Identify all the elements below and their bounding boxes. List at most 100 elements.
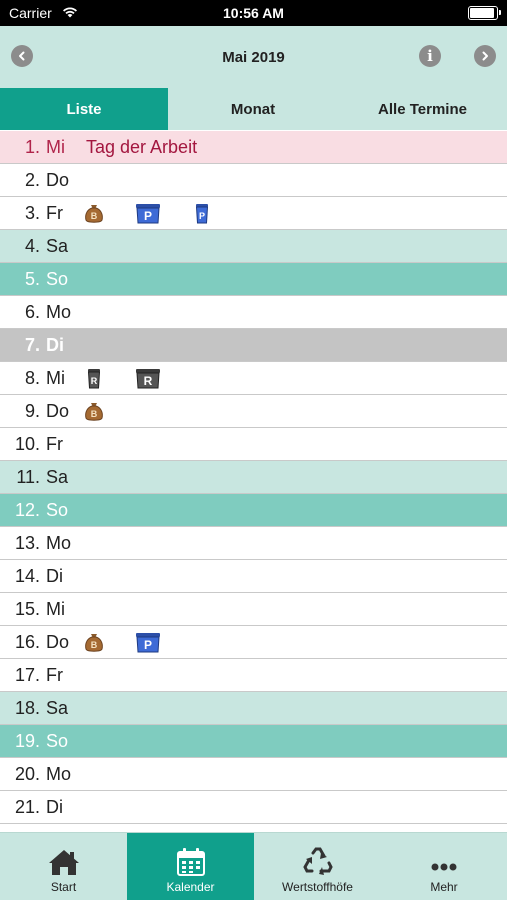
status-bar: Carrier 10:56 AM [0, 0, 507, 26]
day-row[interactable]: 6. Mo [0, 296, 507, 329]
view-tabs: Liste Monat Alle Termine [0, 88, 507, 130]
svg-text:P: P [144, 209, 152, 223]
tabbar-start-label: Start [50, 880, 77, 894]
day-row[interactable]: 10. Fr [0, 428, 507, 461]
holiday-name: Tag der Arbeit [86, 136, 198, 157]
weekday-name: Di [46, 565, 63, 586]
day-row[interactable]: 7. Di [0, 329, 507, 362]
day-number: 12. [14, 499, 40, 520]
weekday-name: Di [46, 796, 63, 817]
tabbar-wertstoffhoefe[interactable]: Wertstoffhöfe [254, 833, 381, 900]
day-row[interactable]: 3. Fr B P P [0, 197, 507, 230]
tab-liste[interactable]: Liste [0, 88, 168, 130]
day-row[interactable]: 14. Di [0, 560, 507, 593]
weekday-name: Do [46, 631, 70, 652]
month-header: Mai 2019 i [0, 26, 507, 88]
weekday-name: Do [46, 400, 70, 421]
battery-icon [468, 6, 501, 20]
day-row[interactable]: 5. So [0, 263, 507, 296]
blue-bin-p-icon[interactable]: P [134, 630, 160, 654]
day-number: 11. [16, 466, 40, 487]
day-row[interactable]: 1. Mi Tag der Arbeit [0, 131, 507, 164]
day-number: 8. [24, 367, 40, 388]
info-icon[interactable]: i [419, 45, 441, 67]
blue-small-bin-p-icon[interactable]: P [190, 201, 214, 225]
calendar-icon [176, 847, 206, 877]
tabbar-wertstoffhoefe-label: Wertstoffhöfe [282, 880, 353, 894]
day-number: 18. [14, 697, 40, 718]
svg-text:P: P [144, 638, 152, 652]
day-number: 15. [14, 598, 40, 619]
day-number: 9. [24, 400, 40, 421]
weekday-name: Mo [46, 763, 72, 784]
day-row[interactable]: 12. So [0, 494, 507, 527]
home-icon [48, 847, 80, 877]
day-row[interactable]: 18. Sa [0, 692, 507, 725]
day-row[interactable]: 15. Mi [0, 593, 507, 626]
chevron-right-icon[interactable] [474, 45, 496, 67]
day-number: 6. [24, 301, 40, 322]
weekday-name: Mo [46, 532, 72, 553]
day-number: 19. [14, 730, 40, 751]
day-row[interactable]: 17. Fr [0, 659, 507, 692]
day-list[interactable]: 1. Mi Tag der Arbeit 2. Do 3. Fr B P P 4. Sa 5. So 6. M… [0, 131, 507, 832]
weekday-name: Fr [46, 664, 63, 685]
day-row[interactable]: 8. Mi R R [0, 362, 507, 395]
svg-text:R: R [144, 374, 153, 388]
day-row[interactable]: 13. Mo [0, 527, 507, 560]
svg-text:R: R [91, 376, 98, 386]
day-row[interactable]: 11. Sa [0, 461, 507, 494]
money-bag-icon[interactable]: B [82, 399, 106, 423]
tabbar-kalender[interactable]: Kalender [127, 833, 254, 900]
weekday-name: Mo [46, 301, 72, 322]
weekday-name: Mi [46, 598, 65, 619]
weekday-name: Di [46, 334, 64, 355]
day-number: 21. [14, 796, 40, 817]
weekday-name: So [46, 499, 69, 520]
day-row[interactable]: 16. Do B P [0, 626, 507, 659]
weekday-name: Sa [46, 697, 69, 718]
weekday-name: So [46, 268, 69, 289]
gray-small-bin-r-icon[interactable]: R [82, 366, 106, 390]
blue-bin-p-icon[interactable]: P [134, 201, 160, 225]
day-row[interactable]: 20. Mo [0, 758, 507, 791]
weekday-name: Fr [46, 433, 63, 454]
day-number: 4. [24, 235, 40, 256]
weekday-name: Sa [46, 466, 69, 487]
weekday-name: Mi [46, 367, 65, 388]
more-icon [429, 847, 459, 877]
svg-text:B: B [91, 640, 98, 650]
day-number: 1. [24, 136, 40, 157]
day-number: 3. [24, 202, 40, 223]
weekday-name: Fr [46, 202, 63, 223]
money-bag-icon[interactable]: B [82, 201, 106, 225]
status-time: 10:56 AM [223, 5, 284, 21]
tabbar-start[interactable]: Start [0, 833, 127, 900]
recycle-icon [302, 847, 334, 877]
day-row[interactable]: 9. Do B [0, 395, 507, 428]
day-number: 7. [24, 334, 40, 355]
weekday-name: Sa [46, 235, 69, 256]
day-row[interactable]: 2. Do [0, 164, 507, 197]
day-number: 5. [24, 268, 40, 289]
day-row[interactable]: 4. Sa [0, 230, 507, 263]
weekday-name: So [46, 730, 69, 751]
day-number: 2. [24, 169, 40, 190]
svg-text:P: P [199, 211, 205, 221]
day-number: 13. [14, 532, 40, 553]
svg-text:B: B [91, 211, 98, 221]
tab-monat[interactable]: Monat [168, 88, 338, 130]
tabbar-mehr[interactable]: Mehr [381, 833, 507, 900]
gray-bin-r-icon[interactable]: R [134, 366, 160, 390]
tab-alle-termine[interactable]: Alle Termine [338, 88, 507, 130]
day-number: 14. [14, 565, 40, 586]
svg-text:B: B [91, 409, 98, 419]
weekday-name: Do [46, 169, 70, 190]
weekday-name: Mi [46, 136, 65, 157]
day-row[interactable]: 21. Di [0, 791, 507, 824]
money-bag-icon[interactable]: B [82, 630, 106, 654]
day-number: 20. [14, 763, 40, 784]
day-row[interactable]: 19. So [0, 725, 507, 758]
day-number: 17. [14, 664, 40, 685]
tabbar-mehr-label: Mehr [430, 880, 458, 894]
